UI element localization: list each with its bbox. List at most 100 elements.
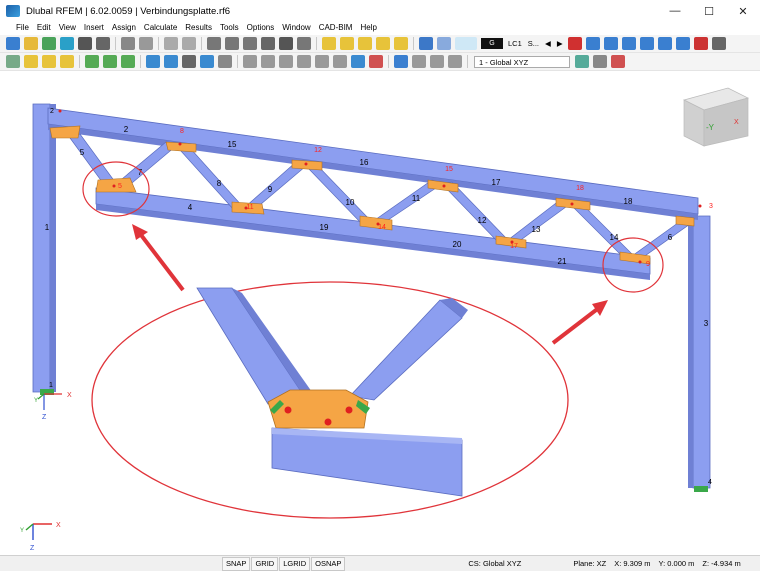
screen-icon[interactable] — [297, 37, 311, 50]
load-case-dropdown[interactable]: S... — [528, 39, 539, 48]
redo-icon[interactable] — [182, 37, 196, 50]
osnap-toggle[interactable]: OSNAP — [311, 556, 346, 571]
support-tool-icon[interactable] — [60, 55, 74, 68]
beam-section-icon[interactable] — [430, 55, 444, 68]
comment-icon[interactable] — [376, 37, 390, 50]
menu-calculate[interactable]: Calculate — [140, 22, 181, 34]
member-load-icon[interactable] — [121, 55, 135, 68]
open-file-icon[interactable] — [24, 37, 38, 50]
clipping-icon[interactable] — [218, 55, 232, 68]
show-results-icon[interactable] — [585, 37, 600, 50]
navigation-cube[interactable]: -Y X — [683, 87, 749, 147]
table-icon[interactable] — [139, 37, 153, 50]
result-values-icon[interactable] — [603, 37, 618, 50]
deflection-icon[interactable] — [448, 55, 462, 68]
section-view-icon[interactable] — [200, 55, 214, 68]
plate-top-right[interactable] — [675, 215, 695, 227]
frame-icon-5[interactable] — [315, 55, 329, 68]
menu-options[interactable]: Options — [243, 22, 279, 34]
menu-help[interactable]: Help — [356, 22, 380, 34]
previous-lc-icon[interactable]: ◀ — [545, 39, 551, 48]
member-label-5: 5 — [80, 148, 85, 157]
snap-toggle[interactable]: SNAP — [222, 556, 251, 571]
diagonal-9[interactable] — [243, 161, 307, 211]
grid-toggle[interactable]: GRID — [251, 556, 279, 571]
close-button[interactable]: ✕ — [726, 0, 760, 22]
menu-view[interactable]: View — [55, 22, 80, 34]
menu-tools[interactable]: Tools — [216, 22, 243, 34]
frame-icon-1[interactable] — [243, 55, 257, 68]
beam-view-icon[interactable] — [412, 55, 426, 68]
result-deformation-icon[interactable] — [639, 37, 654, 50]
axes-options-icon[interactable] — [611, 55, 625, 68]
view-split-icon[interactable] — [225, 37, 239, 50]
window-controls: — ☐ ✕ — [658, 0, 760, 22]
snap-node-icon[interactable] — [6, 55, 20, 68]
menu-insert[interactable]: Insert — [80, 22, 108, 34]
print-icon[interactable] — [96, 37, 110, 50]
display-options-icon[interactable] — [146, 55, 160, 68]
render-mode-icon[interactable] — [182, 55, 196, 68]
pdf-export-icon[interactable] — [279, 37, 293, 50]
frame-icon-6[interactable] — [333, 55, 347, 68]
view-direction-icon[interactable] — [593, 55, 607, 68]
report-icon[interactable] — [121, 37, 135, 50]
more-tools-icon[interactable] — [711, 37, 726, 50]
menu-assign[interactable]: Assign — [108, 22, 140, 34]
lgrid-toggle[interactable]: LGRID — [279, 556, 311, 571]
toolbar-separator — [413, 37, 414, 50]
menu-cad-bim[interactable]: CAD-BIM — [315, 22, 357, 34]
plate-label-18: 18 — [576, 185, 584, 192]
grid-icon[interactable] — [351, 55, 365, 68]
load-case-label[interactable]: LC1 — [508, 39, 522, 48]
view-list-icon[interactable] — [243, 37, 257, 50]
plate-5[interactable] — [95, 177, 137, 193]
undo-icon[interactable] — [164, 37, 178, 50]
work-plane-icon[interactable] — [575, 55, 589, 68]
section-icon[interactable] — [322, 37, 336, 50]
delete-icon[interactable] — [693, 37, 708, 50]
model-graphic[interactable]: 1 2 3 4 5 6 7 8 9 10 11 12 13 14 15 16 1… — [0, 71, 760, 555]
frame-icon-3[interactable] — [279, 55, 293, 68]
member-tool-icon[interactable] — [42, 55, 56, 68]
menu-results[interactable]: Results — [181, 22, 216, 34]
find-icon[interactable] — [340, 37, 354, 50]
plate-label-11: 11 — [246, 204, 253, 211]
axes-icon[interactable] — [369, 55, 383, 68]
model-viewport[interactable]: 1 2 3 4 5 6 7 8 9 10 11 12 13 14 15 16 1… — [0, 71, 760, 555]
load-case-icon[interactable] — [419, 37, 433, 50]
surface-load-icon[interactable] — [103, 55, 117, 68]
member-1-column[interactable] — [32, 103, 51, 393]
line-tool-icon[interactable] — [24, 55, 38, 68]
open-model-icon[interactable] — [42, 37, 56, 50]
frame-icon-4[interactable] — [297, 55, 311, 68]
filter-icon[interactable] — [394, 55, 408, 68]
result-table-icon[interactable] — [437, 37, 451, 50]
label-icon[interactable] — [394, 37, 408, 50]
plate-label-12: 12 — [314, 147, 322, 154]
next-lc-icon[interactable]: ▶ — [557, 39, 563, 48]
menu-window[interactable]: Window — [278, 22, 314, 34]
visibility-icon[interactable] — [164, 55, 178, 68]
new-file-icon[interactable] — [6, 37, 20, 50]
view-panel-icon[interactable] — [207, 37, 221, 50]
results-off-icon[interactable] — [567, 37, 582, 50]
load-tool-icon[interactable] — [85, 55, 99, 68]
webservice-icon[interactable] — [60, 37, 74, 50]
plate-top-left[interactable] — [49, 125, 81, 139]
image-icon[interactable] — [261, 37, 275, 50]
diagonal-14[interactable] — [569, 201, 633, 257]
maximize-button[interactable]: ☐ — [692, 0, 726, 22]
save-icon[interactable] — [78, 37, 92, 50]
support-node-4[interactable] — [694, 486, 708, 492]
menu-file[interactable]: File — [0, 22, 33, 34]
minimize-button[interactable]: — — [658, 0, 692, 22]
coordinate-system-dropdown[interactable]: 1 - Global XYZ — [474, 55, 570, 68]
result-extremes-icon[interactable] — [621, 37, 636, 50]
animation-icon[interactable] — [675, 37, 690, 50]
menu-edit[interactable]: Edit — [33, 22, 55, 34]
frame-icon-2[interactable] — [261, 55, 275, 68]
target-icon[interactable] — [358, 37, 372, 50]
result-diagram-icon[interactable] — [657, 37, 672, 50]
member-3-column[interactable] — [692, 215, 711, 489]
